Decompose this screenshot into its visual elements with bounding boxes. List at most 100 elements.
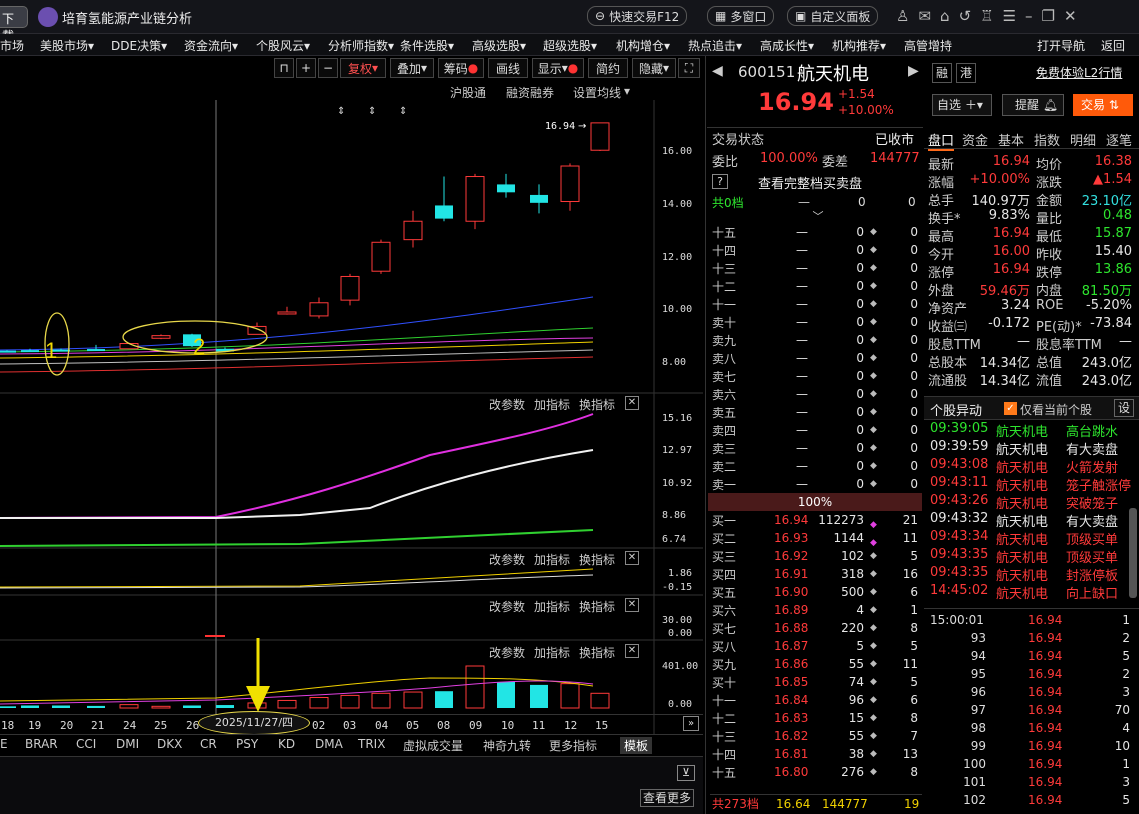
indicator-tab[interactable]: CCI [76,737,96,751]
event-marker-icon[interactable]: ⇕ [399,106,407,117]
quick-trade-button[interactable]: ⊖ 快速交易F12 [587,6,688,26]
menu-item[interactable]: 分析师指数▾ [328,37,394,54]
event-row[interactable]: 09:43:35 航天机电 顶级买单 [926,547,1136,566]
scroll-right-icon[interactable]: » [683,716,699,731]
bid-row[interactable]: 买九 16.86 55 ◆ 11 [710,655,922,673]
event-row[interactable]: 09:43:32 航天机电 有大卖盘 [926,511,1136,530]
hide-button[interactable]: 隐藏 ▾ [632,58,676,78]
switch-indicator-link[interactable]: 换指标 [579,396,615,413]
bid-row[interactable]: 十二 16.83 15 ◆ 8 [710,709,922,727]
menu-icon[interactable]: ☰ [1003,7,1025,25]
collapse-icon[interactable]: ⊻ [677,765,695,781]
candle[interactable] [309,302,329,317]
quote-tab[interactable]: 基本 [998,130,1024,149]
hgt-link[interactable]: 沪股通 [450,84,486,101]
fuquan-button[interactable]: 复权 ▾ [340,58,386,78]
ask-row[interactable]: 十五 — 0 ◆ 0 [710,223,922,241]
menu-item[interactable]: 超级选股▾ [543,37,597,54]
trade-button[interactable]: 交易 ⇅ [1073,94,1133,116]
menu-item[interactable]: 机构增仓▾ [616,37,670,54]
quote-tab[interactable]: 指数 [1034,130,1060,149]
candle[interactable] [435,205,453,219]
menu-item[interactable]: 高成长性▾ [760,37,814,54]
ask-row[interactable]: 卖一 — 0 ◆ 0 [710,475,922,493]
event-row[interactable]: 09:43:35 航天机电 封涨停板 [926,565,1136,584]
menu-item[interactable]: 条件选股▾ [400,37,454,54]
expand-book-icon[interactable]: ﹀ [800,211,836,222]
chips-button[interactable]: 筹码 ● [438,58,484,78]
event-row[interactable]: 09:43:11 航天机电 笼子触涨停 [926,475,1136,494]
event-row[interactable]: 09:39:05 航天机电 高台跳水 [926,421,1136,440]
menu-item[interactable]: 资金流向▾ [184,37,238,54]
menu-item[interactable]: 市场 [0,37,24,54]
hk-tag[interactable]: 港 [956,63,976,83]
ask-row[interactable]: 十三 — 0 ◆ 0 [710,259,922,277]
candle[interactable] [340,275,360,301]
quote-tab[interactable]: 逐笔 [1106,130,1132,149]
draw-button[interactable]: 画线 [488,58,528,78]
add-indicator-link[interactable]: 加指标 [534,644,570,661]
menu-item[interactable]: 高级选股▾ [472,37,526,54]
param-link[interactable]: 改参数 [489,396,525,413]
candle[interactable] [247,325,267,335]
param-link[interactable]: 改参数 [489,551,525,568]
menu-item[interactable]: 个股风云▾ [256,37,310,54]
next-stock-icon[interactable]: ▶ [908,63,919,79]
see-more-button[interactable]: 查看更多 [640,789,694,807]
indicator-tab[interactable]: E [0,737,8,751]
bid-row[interactable]: 买四 16.91 318 ◆ 16 [710,565,922,583]
add-indicator-link[interactable]: 加指标 [534,598,570,615]
events-scrollbar[interactable] [1129,508,1137,598]
window-controls[interactable]: ♙✉⌂↺♖☰–❐✕ [896,7,1086,25]
multi-window-button[interactable]: ▦ 多窗口 [707,6,775,26]
bid-row[interactable]: 十一 16.84 96 ◆ 6 [710,691,922,709]
margin-tag[interactable]: 融 [932,63,952,83]
ask-row[interactable]: 十二 — 0 ◆ 0 [710,277,922,295]
close-icon[interactable]: ✕ [625,644,639,658]
indicator-tab[interactable]: 神奇九转 [483,737,531,754]
ma-settings-link[interactable]: 设置均线 [573,84,621,101]
ask-row[interactable]: 十一 — 0 ◆ 0 [710,295,922,313]
remind-button[interactable]: 提醒 🔔︎ [1002,94,1064,116]
lock-icon[interactable]: ⊓ [274,58,294,78]
zoom-in-icon[interactable]: + [296,58,316,78]
minimize-icon[interactable]: – [1025,7,1042,25]
candle[interactable] [277,311,297,315]
event-row[interactable]: 14:45:02 航天机电 向上缺口 [926,583,1136,602]
bid-row[interactable]: 十四 16.81 38 ◆ 13 [710,745,922,763]
event-row[interactable]: 09:43:26 航天机电 突破笼子 [926,493,1136,512]
fullscreen-icon[interactable]: ⛶ [678,58,700,78]
custom-panel-button[interactable]: ▣ 自定义面板 [787,6,879,26]
candle[interactable] [530,194,548,203]
candle[interactable] [497,184,515,193]
bid-row[interactable]: 买三 16.92 102 ◆ 5 [710,547,922,565]
indicator-tab[interactable]: DMI [116,737,139,751]
candle[interactable] [151,335,171,339]
ask-row[interactable]: 卖十 — 0 ◆ 0 [710,313,922,331]
filter-checkbox[interactable]: ✓ [1004,402,1017,415]
bid-row[interactable]: 买五 16.90 500 ◆ 6 [710,583,922,601]
ask-row[interactable]: 十四 — 0 ◆ 0 [710,241,922,259]
switch-indicator-link[interactable]: 换指标 [579,551,615,568]
ask-row[interactable]: 卖三 — 0 ◆ 0 [710,439,922,457]
quote-tab[interactable]: 盘口 [928,130,955,151]
date-axis[interactable]: 18 19 20 21 24 25 26 02 03 04 05 08 09 10 11 12 15 [0,714,703,734]
menu-item[interactable]: 机构推荐▾ [832,37,886,54]
event-marker-icon[interactable]: ⇕ [337,106,345,117]
bid-row[interactable]: 买十 16.85 74 ◆ 5 [710,673,922,691]
candle[interactable] [403,220,423,241]
close-icon[interactable]: ✕ [625,396,639,410]
menu-item[interactable]: 返回 [1101,37,1125,54]
ask-row[interactable]: 卖六 — 0 ◆ 0 [710,385,922,403]
event-marker-icon[interactable]: ⇕ [368,106,376,117]
ask-row[interactable]: 卖九 — 0 ◆ 0 [710,331,922,349]
event-row[interactable]: 09:43:08 航天机电 火箭发射 [926,457,1136,476]
bid-row[interactable]: 十三 16.82 55 ◆ 7 [710,727,922,745]
simple-button[interactable]: 简约 [588,58,628,78]
zoom-out-icon[interactable]: − [318,58,338,78]
candle[interactable] [560,165,580,203]
back-icon[interactable]: ↺ [959,7,981,25]
event-row[interactable]: 09:39:59 航天机电 有大卖盘 [926,439,1136,458]
shirt-icon[interactable]: ♖ [980,7,1002,25]
ask-row[interactable]: 卖五 — 0 ◆ 0 [710,403,922,421]
